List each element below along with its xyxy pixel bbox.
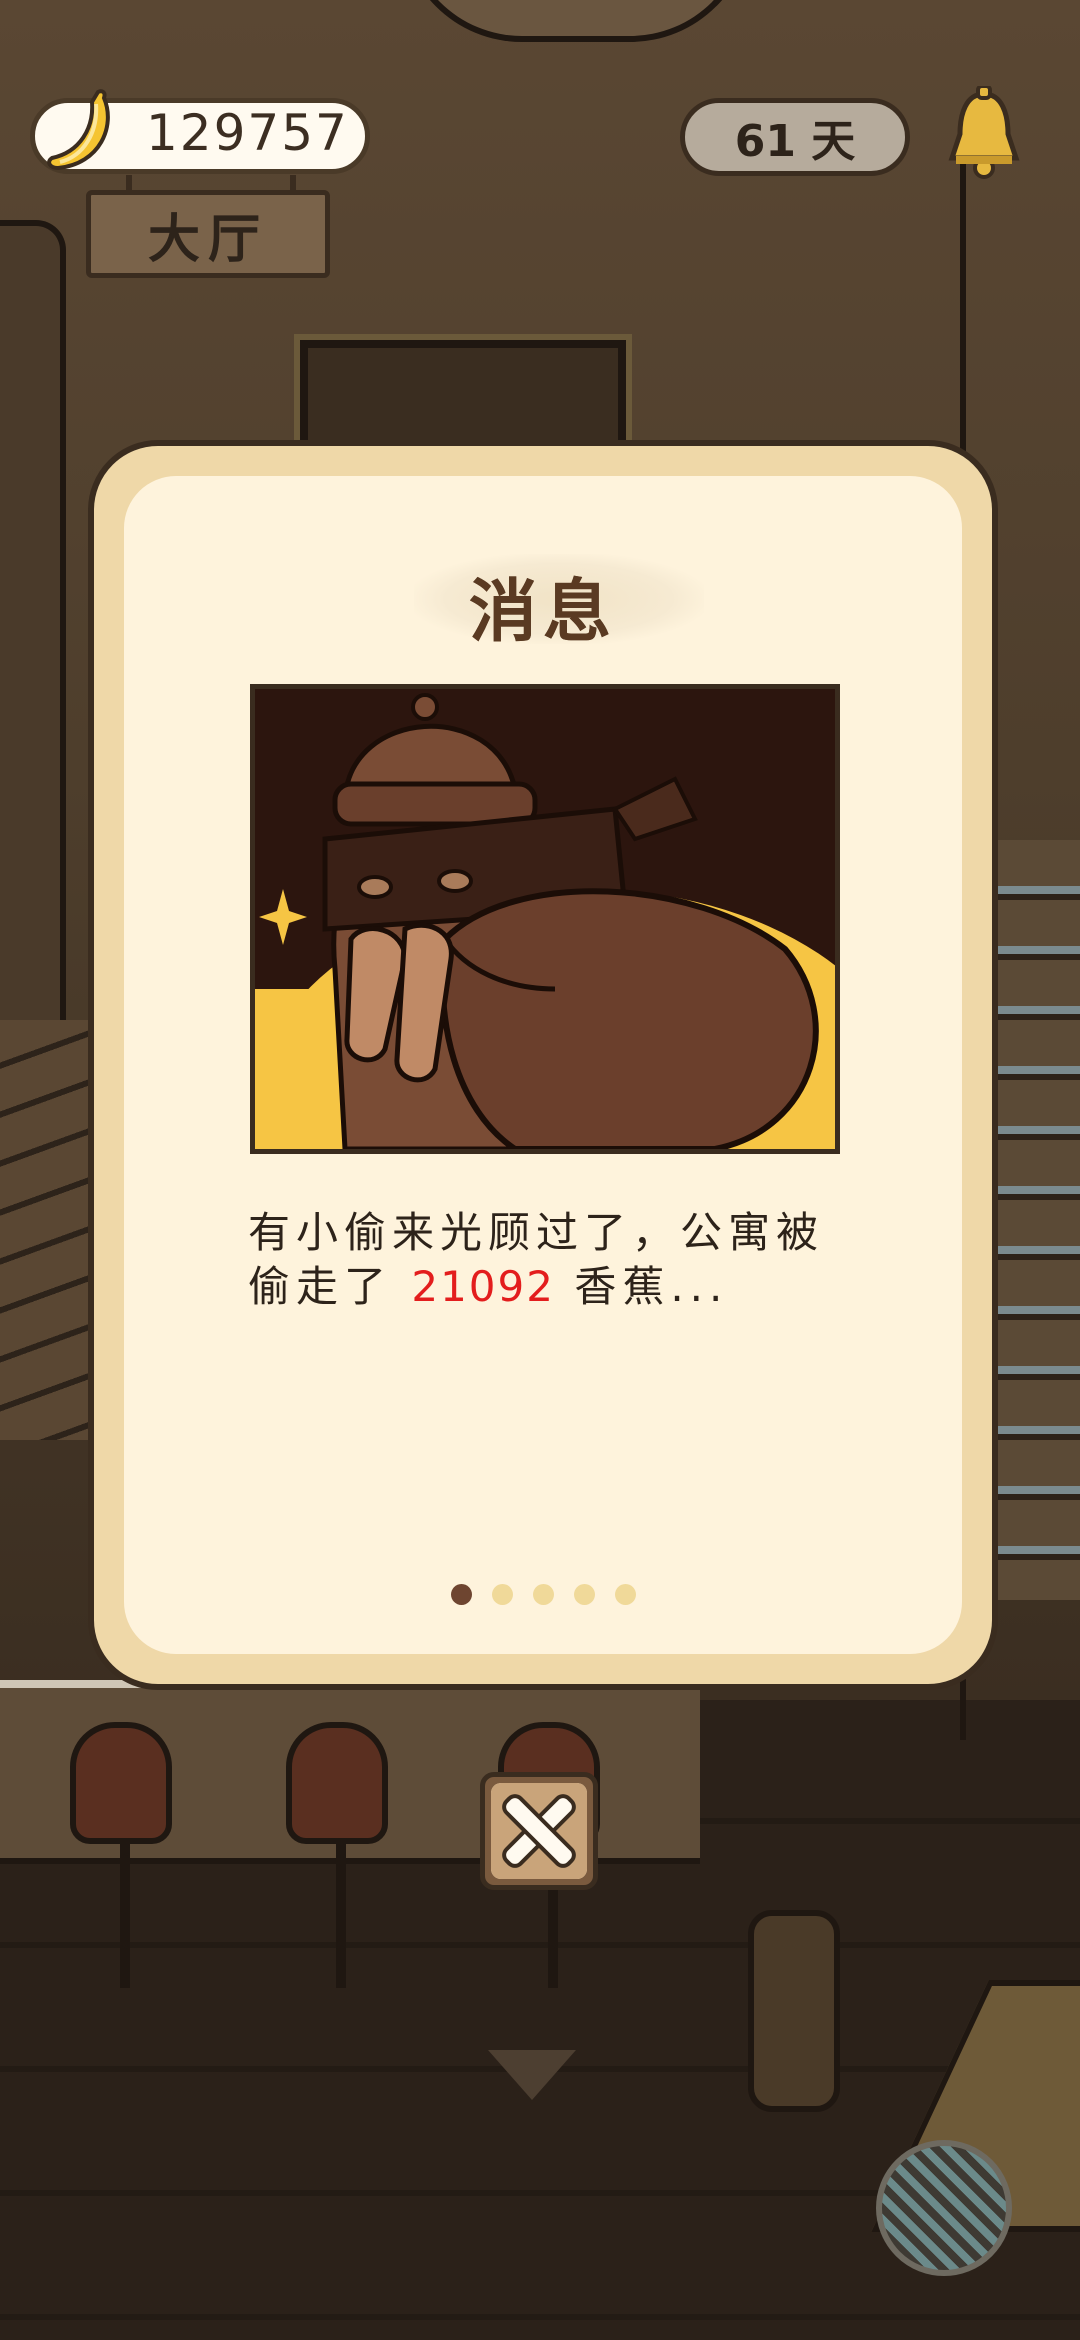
bar-stool <box>286 1722 388 1844</box>
bookcase <box>990 840 1080 1600</box>
stool-leg <box>120 1838 130 1988</box>
page-dot[interactable] <box>614 1584 636 1605</box>
message-dialog: 消息 有小偷来光顾过了，公寓被偷走了 21092 香蕉... <box>88 440 998 1690</box>
room-name: 大厅 <box>147 209 268 270</box>
banana-count: 129757 <box>146 104 349 162</box>
chevron-down-icon[interactable] <box>488 2050 576 2100</box>
shelf <box>0 1020 90 1440</box>
close-icon <box>503 1795 575 1867</box>
floor-lamp <box>748 1910 840 2112</box>
stolen-amount: 21092 <box>411 1262 555 1311</box>
dialog-message: 有小偷来光顾过了，公寓被偷走了 21092 香蕉... <box>248 1206 868 1314</box>
days-text: 61 天 <box>734 116 856 167</box>
thief-with-sack-illustration <box>250 684 840 1154</box>
page-dot[interactable] <box>532 1584 554 1605</box>
yarn-ball-icon[interactable] <box>876 2140 1012 2276</box>
close-button-face <box>491 1783 587 1879</box>
thief-illustration-svg <box>255 689 835 1149</box>
page-dot[interactable] <box>573 1584 595 1605</box>
banana-icon <box>47 89 110 171</box>
room-sign: 大厅 <box>86 190 330 278</box>
page-indicator <box>124 1584 962 1605</box>
message-dialog-body: 消息 有小偷来光顾过了，公寓被偷走了 21092 香蕉... <box>124 476 962 1654</box>
stool-leg <box>336 1838 346 1988</box>
dialog-title: 消息 <box>468 573 617 652</box>
bell-icon[interactable] <box>944 86 1024 186</box>
page-dot-active[interactable] <box>450 1584 472 1605</box>
page-dot[interactable] <box>491 1584 513 1605</box>
bar-stool <box>70 1722 172 1844</box>
close-button[interactable] <box>480 1772 598 1890</box>
days-counter: 61 天 <box>680 98 910 176</box>
message-suffix: 香蕉... <box>554 1262 729 1311</box>
